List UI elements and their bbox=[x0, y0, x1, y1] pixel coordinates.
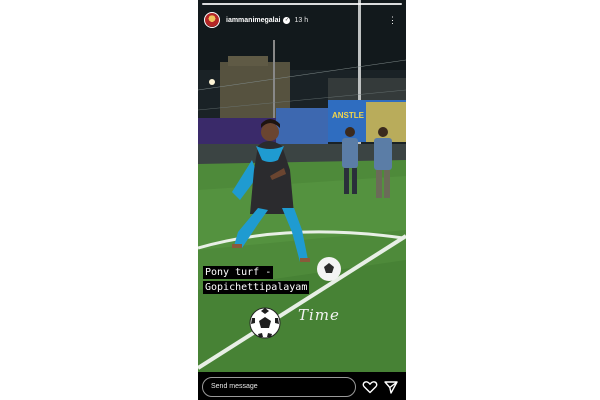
story-viewer[interactable]: ANSTLE iammanimegalai ✓ 13 h ⋮ Pony turf… bbox=[198, 0, 406, 400]
heart-icon[interactable] bbox=[362, 379, 378, 395]
time-sticker: Time bbox=[298, 306, 340, 324]
football-sticker-icon bbox=[249, 307, 281, 339]
send-message-input[interactable]: Send message bbox=[202, 377, 356, 397]
caption-line-2: Gopichettipalayam bbox=[203, 281, 310, 294]
caption-line-1: Pony turf - bbox=[203, 266, 274, 279]
more-options-icon[interactable]: ⋮ bbox=[388, 10, 397, 30]
username[interactable]: iammanimegalai bbox=[226, 17, 280, 24]
svg-text:ANSTLE: ANSTLE bbox=[332, 111, 365, 120]
send-icon[interactable] bbox=[383, 379, 399, 395]
verified-badge-icon: ✓ bbox=[283, 16, 291, 24]
story-header: iammanimegalai ✓ 13 h ⋮ bbox=[204, 10, 400, 30]
avatar[interactable] bbox=[204, 12, 220, 28]
post-time: 13 h bbox=[294, 16, 309, 24]
story-progress-bar bbox=[202, 3, 402, 5]
